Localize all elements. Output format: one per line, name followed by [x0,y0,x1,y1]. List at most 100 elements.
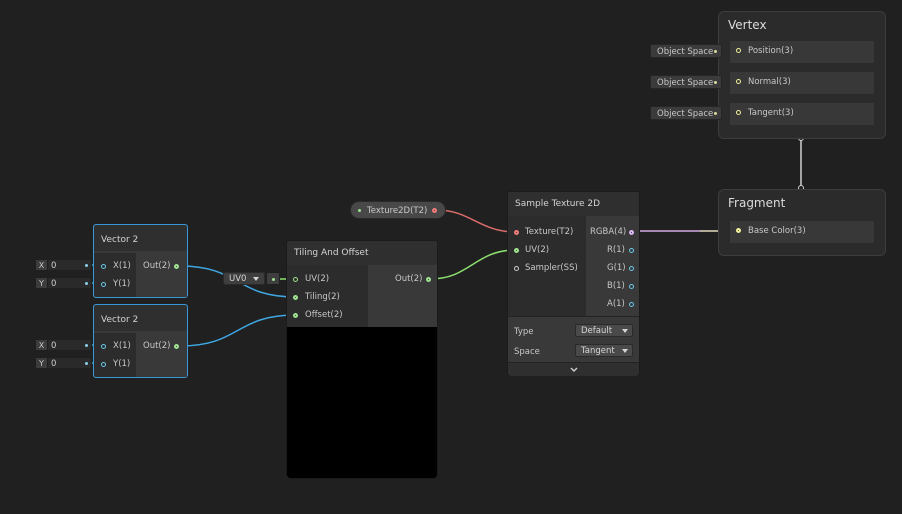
ports-area: X(1) Y(1) Out(2) [94,333,187,377]
out-output-port-icon[interactable] [426,277,431,282]
input-label: Sampler(SS) [525,263,578,273]
base-color-port-icon[interactable] [736,228,741,233]
node-header[interactable]: Vector 2 [94,305,187,331]
uv-input-port-icon[interactable] [293,277,298,282]
ports-area: UV(2) Tiling(2) Offset(2) Out(2) [287,265,437,327]
field-dot-icon [85,344,88,347]
space-dropdown[interactable]: Tangent [575,344,633,357]
vector2-node-b[interactable]: Vector 2 X(1) Y(1) Out(2) [93,304,188,378]
x-axis-label: X [35,339,48,351]
outputs-column [136,253,187,297]
y-value[interactable]: 0 [51,278,56,290]
type-dropdown[interactable]: Default [575,324,633,337]
input-label: Y(1) [113,279,131,289]
output-label: Out(2) [143,261,171,271]
wire-vec-b [179,314,297,347]
input-label: Tiling(2) [305,292,340,302]
sample-texture-2d-node[interactable]: Sample Texture 2D Texture(T2) UV(2) Samp… [507,191,640,376]
ports-area: Texture(T2) UV(2) Sampler(SS) RGBA(4) R(… [508,216,639,316]
node-title: Tiling And Offset [294,248,369,258]
input-label: X(1) [113,341,131,351]
y-input-port-icon[interactable] [101,282,106,287]
ports-area: X(1) Y(1) Out(2) [94,253,187,297]
rgba-output-port-icon[interactable] [629,230,634,235]
settings-area: Type Default Space Tangent [508,316,639,363]
position-space-field[interactable]: Object Space [650,44,722,58]
node-title: Vector 2 [101,235,139,245]
input-label: Y(1) [113,359,131,369]
b-output-port-icon[interactable] [629,284,634,289]
node-header[interactable]: Vector 2 [94,225,187,251]
texture-input-port-icon[interactable] [514,230,519,235]
r-output-port-icon[interactable] [629,248,634,253]
input-label: UV(2) [525,245,550,255]
block-position[interactable]: Position(3) [729,40,875,64]
offset-input-port-icon[interactable] [293,313,298,318]
block-normal[interactable]: Normal(3) [729,71,875,95]
tangent-space-field[interactable]: Object Space [650,106,722,120]
x-input-port-icon[interactable] [101,264,106,269]
x-input-port-icon[interactable] [101,344,106,349]
field-dot-icon [85,362,88,365]
chevron-down-icon[interactable] [569,366,579,374]
field-dot-icon [85,264,88,267]
out-output-port-icon[interactable] [174,344,179,349]
node-title: Sample Texture 2D [515,199,601,209]
uv-input-port-icon[interactable] [514,248,519,253]
type-label: Type [514,327,534,337]
vector2-node-a[interactable]: Vector 2 X(1) Y(1) Out(2) [93,224,188,298]
input-label: X(1) [113,261,131,271]
collapse-bar[interactable] [508,362,639,376]
texture-property-port-icon[interactable] [432,208,437,213]
space-dot-icon [714,81,717,84]
fragment-context[interactable]: Fragment Base Color(3) [718,189,886,256]
fragment-title: Fragment [728,196,786,210]
space-dot-icon [714,50,717,53]
input-label: UV(2) [305,274,330,284]
uv-channel-dropdown[interactable]: UV0 [223,272,265,285]
block-tangent[interactable]: Tangent(3) [729,102,875,126]
normal-space-field[interactable]: Object Space [650,75,722,89]
vertex-context[interactable]: Vertex Position(3) Normal(3) Tangent(3) [718,11,886,139]
vector-b-y-field[interactable]: Y 0 [34,357,92,369]
x-value[interactable]: 0 [51,340,56,352]
output-label: Out(2) [395,274,423,284]
block-label: Position(3) [748,46,794,56]
tangent-port-icon[interactable] [736,110,741,115]
outputs-column [136,333,187,377]
x-value[interactable]: 0 [51,260,56,272]
x-axis-label: X [35,259,48,271]
property-dot-icon [358,209,361,212]
field-dot-icon [85,282,88,285]
node-title: Vector 2 [101,315,139,325]
y-axis-label: Y [35,277,48,289]
a-output-port-icon[interactable] [629,302,634,307]
tiling-and-offset-node[interactable]: Tiling And Offset UV(2) Tiling(2) Offset… [286,240,438,479]
vector-a-y-field[interactable]: Y 0 [34,277,92,289]
preview-area [287,327,437,478]
tiling-input-port-icon[interactable] [293,295,298,300]
normal-port-icon[interactable] [736,79,741,84]
block-label: Normal(3) [748,77,791,87]
output-label: Out(2) [143,341,171,351]
position-port-icon[interactable] [736,48,741,53]
node-header[interactable]: Tiling And Offset [287,241,437,265]
texture-property-node[interactable]: Texture2D(T2) [350,201,446,219]
dropdown-arrow-icon [622,349,628,353]
output-label: G(1) [607,263,626,273]
input-label: Offset(2) [305,310,343,320]
vertex-title: Vertex [728,18,767,32]
node-header[interactable]: Sample Texture 2D [508,192,639,216]
dropdown-arrow-icon [622,329,628,333]
y-input-port-icon[interactable] [101,362,106,367]
y-value[interactable]: 0 [51,358,56,370]
vector-b-x-field[interactable]: X 0 [34,339,92,351]
input-label: Texture(T2) [525,227,574,237]
vector-a-x-field[interactable]: X 0 [34,259,92,271]
sampler-input-port-icon[interactable] [514,266,519,271]
g-output-port-icon[interactable] [629,266,634,271]
texture-property-label: Texture2D(T2) [367,206,428,216]
block-label: Base Color(3) [748,226,806,236]
out-output-port-icon[interactable] [174,264,179,269]
block-base-color[interactable]: Base Color(3) [729,220,875,244]
